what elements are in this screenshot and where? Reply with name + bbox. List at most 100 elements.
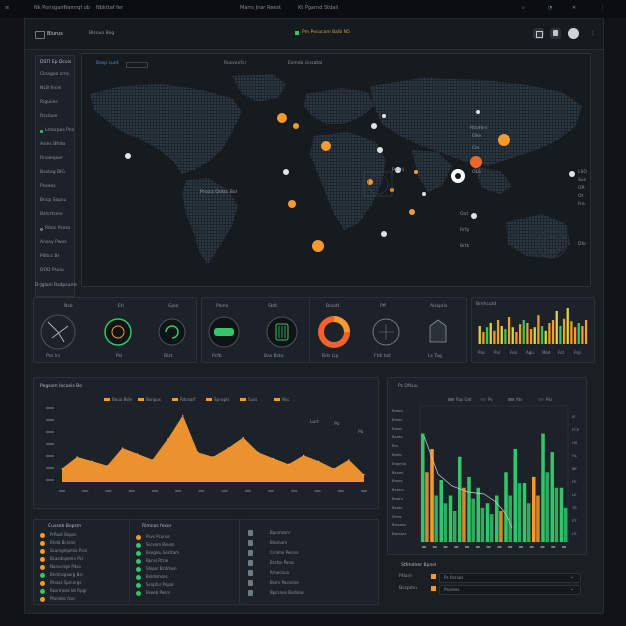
bar-series-2: [471, 498, 475, 542]
list-item[interactable]: Nanvcnge Pdso: [40, 564, 130, 570]
topbar-item[interactable]: Nk Porisgam: [34, 5, 65, 11]
select-value: Psorees: [444, 587, 460, 592]
select-dropdown[interactable]: Psorees ⌄: [439, 585, 581, 595]
list-bullet: [40, 588, 45, 594]
list-item[interactable]: Rhdd Bcroisr: [40, 540, 130, 546]
sidebar-item[interactable]: Bsfortsms: [40, 212, 70, 220]
more-icon[interactable]: ⋮: [600, 5, 605, 11]
list-item[interactable]: Bsegisu Secitam: [136, 550, 226, 556]
x-tick: [128, 490, 135, 492]
list-item[interactable]: Bsoeb Pesrs: [136, 590, 226, 596]
list-item[interactable]: Brsfsn Parss: [248, 560, 372, 567]
sidebar-item[interactable]: DOD Psaiu: [40, 268, 70, 276]
x-tick: [105, 490, 112, 492]
mini-bar: [551, 320, 555, 344]
list-item[interactable]: Rrnecoua: [248, 570, 372, 577]
y-tick: [46, 479, 54, 481]
widget-footer: Ls Tag: [428, 354, 442, 359]
menu-icon[interactable]: ≡: [5, 5, 9, 11]
right-axis-label: HS: [572, 440, 578, 445]
list-item[interactable]: Scamgmpmia Pcai: [40, 548, 130, 554]
sidebar-item[interactable]: Bsoteg BIG: [40, 170, 70, 178]
topbar-item[interactable]: Kt Pgarnd Stdaii: [298, 5, 338, 11]
list-item-label: Bsegisu Secitam: [146, 550, 180, 555]
list-item[interactable]: Bcasdnpemn Pcr: [40, 556, 130, 562]
sidebar-item[interactable]: Bncp Sopsu: [40, 198, 70, 206]
right-axis-label: LS: [572, 531, 577, 536]
list-item-label: Crnlmo Peorss: [270, 550, 299, 555]
sidebar-item-label: Bsfortsms: [40, 212, 63, 217]
topbar-item[interactable]: Marrs Jnar Reest: [240, 5, 281, 11]
x-tick: [443, 546, 448, 548]
list-item[interactable]: Blssnarn: [248, 540, 372, 547]
mini-bar: [544, 330, 547, 344]
list-item[interactable]: Crnlmo Peorss: [248, 550, 372, 557]
sidebar-item[interactable]: Psaeos: [40, 184, 70, 192]
user-avatar[interactable]: [568, 28, 579, 39]
sidebar-item[interactable]: Rnaleqaer: [40, 156, 70, 164]
list-bullet: [40, 580, 45, 586]
mini-bar: [548, 323, 551, 344]
mini-bar-x-label: Agu: [526, 350, 534, 355]
sidebar-item[interactable]: Pilltcc Br: [40, 254, 70, 262]
header-center-label: Pm Pecucam Balb N5: [302, 30, 350, 35]
bar-series-1: [541, 433, 545, 542]
sidebar-item[interactable]: Clnagoo crrsi: [40, 72, 70, 80]
area-chart: [46, 407, 367, 492]
file-icon: [248, 550, 253, 556]
list-item[interactable]: Ssnpfur Pnpar: [136, 582, 226, 588]
widget-footer: Ftdi tsit: [374, 354, 392, 359]
bar-series-2: [489, 514, 494, 542]
y-tick: [46, 419, 54, 421]
close-icon[interactable]: ✕: [572, 5, 576, 11]
sidebar-item[interactable]: Asies Bfrdo: [40, 142, 70, 150]
widget-footer: Bds Lip: [322, 354, 339, 359]
list-item[interactable]: Bsmr Pocrorse: [248, 580, 372, 587]
list-item-label: Rhdd Bcroisr: [50, 540, 76, 545]
list-item[interactable]: Srcvom Biesm: [136, 542, 226, 548]
bar-series-2: [563, 507, 568, 542]
list-item[interactable]: Sfopsr Bcdrhen: [136, 566, 226, 572]
x-tick: [465, 546, 470, 548]
right-axis-label: ST: [572, 518, 577, 523]
export-button[interactable]: [550, 28, 561, 39]
select-dropdown[interactable]: Ps fornios ⌄: [439, 573, 581, 583]
area-right-label: Pa: [358, 430, 364, 435]
right-axis-label: IE: [572, 414, 576, 419]
list-bullet: [136, 542, 141, 548]
list-item[interactable]: Prfloot Bopos: [40, 532, 130, 538]
mini-bar: [566, 308, 569, 344]
sidebar-item[interactable]: Ansoy Pwos: [40, 240, 70, 248]
sidebar-item[interactable]: Lntorpos Pnz: [40, 128, 74, 136]
right-axis-label: FCE: [572, 427, 580, 432]
widget-footer: Pss lrs: [46, 354, 61, 359]
bar-series-1: [476, 487, 481, 542]
list-item[interactable]: Bpnsi Rtcw: [136, 558, 226, 564]
sidebar-item[interactable]: Riguiies: [40, 100, 70, 108]
list-item[interactable]: Psvs Pcurus: [136, 534, 226, 540]
area-point: [167, 438, 169, 440]
region-label: Ponhi: [392, 168, 405, 173]
list-item[interactable]: Bpcsnoo Bsdinas: [248, 590, 372, 597]
sidebar-item[interactable]: Ritoc Psesz: [40, 226, 70, 234]
list-item[interactable]: Pinoss Spinnrgs: [40, 580, 130, 586]
search-icon[interactable]: ⌕: [522, 5, 525, 11]
list-item[interactable]: Bndmsgaorg Bsr: [40, 572, 130, 578]
save-button[interactable]: [533, 28, 544, 39]
topbar-item[interactable]: Nbkttaf fer: [96, 5, 123, 11]
sidebar-item[interactable]: Rsslaoe: [40, 114, 70, 122]
more-icon[interactable]: ⋮: [590, 30, 596, 37]
sidebar-item-label: Psaeos: [40, 184, 56, 189]
area-point: [197, 451, 199, 453]
list-item-label: Rrnecoua: [270, 570, 289, 575]
sidebar-item[interactable]: NLB fecei: [40, 86, 70, 94]
list-item[interactable]: Boldsmsns: [136, 574, 226, 580]
status-dot: [40, 228, 43, 231]
bell-icon[interactable]: ◔: [548, 5, 552, 11]
list-item[interactable]: Bpomosnr: [248, 530, 372, 537]
area-point: [257, 451, 259, 453]
bar-series-1: [504, 472, 508, 542]
list-item[interactable]: Rosrmesa lot Rpgr: [40, 588, 130, 594]
topbar-item[interactable]: Nsmrqf ob: [64, 5, 90, 11]
list-item[interactable]: Ptondoc fcor: [40, 596, 130, 602]
